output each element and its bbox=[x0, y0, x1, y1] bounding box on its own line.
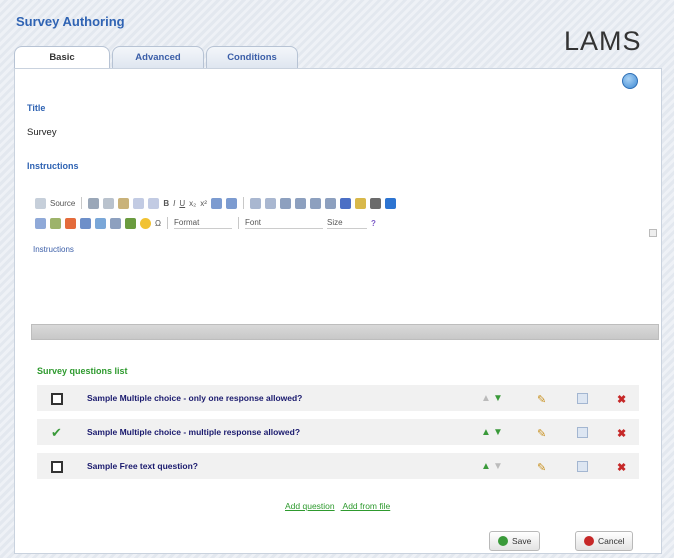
toolbar-divider bbox=[242, 197, 244, 209]
editor-resize-bar[interactable] bbox=[31, 324, 659, 340]
question-text: Sample Multiple choice - multiple respon… bbox=[87, 427, 301, 437]
save-button-label: Save bbox=[512, 536, 532, 546]
editor-toolbar-row-1: Source B I U x₂ x² bbox=[35, 195, 396, 211]
questions-list-title: Survey questions list bbox=[37, 366, 128, 376]
add-from-file-link[interactable]: Add from file bbox=[343, 501, 391, 511]
numbered-list-icon[interactable] bbox=[210, 197, 222, 209]
question-row: ✔ Sample Multiple choice - multiple resp… bbox=[37, 419, 639, 447]
toolbar-divider bbox=[81, 197, 83, 209]
smiley-icon[interactable] bbox=[140, 217, 151, 229]
question-row: Sample Free text question? ▲ ▼ ✎ ✖ bbox=[37, 453, 639, 481]
copy-icon[interactable] bbox=[577, 427, 588, 438]
instructions-label: Instructions bbox=[27, 161, 79, 171]
move-down-icon[interactable]: ▼ bbox=[493, 461, 504, 472]
save-icon bbox=[498, 536, 508, 546]
question-text: Sample Multiple choice - only one respon… bbox=[87, 393, 303, 403]
copy-icon[interactable] bbox=[577, 393, 588, 404]
move-down-icon[interactable]: ▼ bbox=[493, 427, 504, 438]
move-up-icon[interactable]: ▲ bbox=[481, 393, 492, 404]
align-right-icon[interactable] bbox=[309, 197, 321, 209]
rich-text-editor: Source B I U x₂ x² Ω Format Font Size ? … bbox=[27, 189, 657, 337]
delete-icon[interactable]: ✖ bbox=[617, 461, 628, 474]
source-button-label[interactable]: Source bbox=[50, 199, 75, 208]
move-down-icon[interactable]: ▼ bbox=[493, 393, 504, 404]
lams-logo: LAMS bbox=[564, 26, 642, 56]
tab-basic[interactable]: Basic bbox=[14, 46, 110, 69]
tab-advanced[interactable]: Advanced bbox=[112, 46, 204, 68]
align-center-icon[interactable] bbox=[294, 197, 306, 209]
delete-icon[interactable]: ✖ bbox=[617, 427, 628, 440]
toolbar-collapse-icon[interactable] bbox=[649, 229, 657, 237]
size-select[interactable]: Size bbox=[326, 217, 367, 229]
italic-icon[interactable]: I bbox=[173, 199, 175, 208]
anchor-icon[interactable] bbox=[65, 217, 76, 229]
image-icon[interactable] bbox=[384, 197, 396, 209]
justify-icon[interactable] bbox=[324, 197, 336, 209]
omega-icon[interactable]: Ω bbox=[155, 219, 161, 228]
instructions-editor-area[interactable]: Instructions bbox=[33, 245, 645, 325]
format-select[interactable]: Format bbox=[173, 217, 232, 229]
editor-toolbar-row-2: Ω Format Font Size ? bbox=[35, 215, 376, 231]
move-up-icon[interactable]: ▲ bbox=[481, 427, 492, 438]
toolbar-divider bbox=[237, 217, 239, 229]
edit-icon[interactable]: ✎ bbox=[537, 427, 548, 440]
free-text-icon bbox=[51, 461, 63, 473]
cancel-button[interactable]: Cancel bbox=[575, 531, 634, 551]
maximize-icon[interactable] bbox=[88, 197, 100, 209]
text-color-icon[interactable] bbox=[339, 197, 351, 209]
edit-icon[interactable]: ✎ bbox=[537, 393, 548, 406]
copy-icon[interactable] bbox=[103, 197, 115, 209]
unlink-icon[interactable] bbox=[50, 217, 61, 229]
multiple-choice-icon bbox=[51, 393, 63, 405]
bg-color-icon[interactable] bbox=[354, 197, 366, 209]
cancel-button-label: Cancel bbox=[598, 536, 625, 546]
add-question-link[interactable]: Add question bbox=[285, 501, 335, 511]
question-row: Sample Multiple choice - only one respon… bbox=[37, 385, 639, 413]
title-field[interactable]: Survey bbox=[27, 127, 57, 138]
table-icon[interactable] bbox=[80, 217, 91, 229]
outdent-icon[interactable] bbox=[249, 197, 261, 209]
authoring-panel: Title Survey Instructions Source B I U x… bbox=[14, 68, 662, 554]
source-icon[interactable] bbox=[35, 197, 46, 209]
save-button[interactable]: Save bbox=[489, 531, 541, 551]
paste-icon[interactable] bbox=[118, 197, 130, 209]
help-question-icon[interactable]: ? bbox=[371, 219, 376, 228]
app-title: Survey Authoring bbox=[16, 14, 125, 29]
redo-icon[interactable] bbox=[148, 197, 160, 209]
link-icon[interactable] bbox=[35, 217, 46, 229]
toolbar-divider bbox=[166, 217, 168, 229]
delete-icon[interactable]: ✖ bbox=[617, 393, 628, 406]
special-char-icon[interactable] bbox=[110, 217, 121, 229]
superscript-icon[interactable]: x² bbox=[200, 199, 207, 208]
horizontal-rule-icon[interactable] bbox=[95, 217, 106, 229]
title-label: Title bbox=[27, 103, 46, 113]
subscript-icon[interactable]: x₂ bbox=[189, 199, 196, 208]
bold-icon[interactable]: B bbox=[163, 199, 169, 208]
flash-icon[interactable] bbox=[125, 217, 136, 229]
cancel-icon bbox=[584, 536, 594, 546]
undo-icon[interactable] bbox=[133, 197, 145, 209]
align-left-icon[interactable] bbox=[279, 197, 291, 209]
add-question-links: Add question Add from file bbox=[285, 501, 396, 511]
underline-icon[interactable]: U bbox=[179, 199, 185, 208]
indent-icon[interactable] bbox=[264, 197, 276, 209]
question-text: Sample Free text question? bbox=[87, 461, 198, 471]
spellcheck-icon[interactable] bbox=[369, 197, 381, 209]
bulleted-list-icon[interactable] bbox=[225, 197, 237, 209]
copy-icon[interactable] bbox=[577, 461, 588, 472]
multiple-answers-icon: ✔ bbox=[51, 425, 62, 440]
font-select[interactable]: Font bbox=[244, 217, 323, 229]
help-icon[interactable] bbox=[622, 73, 638, 89]
move-up-icon[interactable]: ▲ bbox=[481, 461, 492, 472]
tab-conditions[interactable]: Conditions bbox=[206, 46, 298, 68]
edit-icon[interactable]: ✎ bbox=[537, 461, 548, 474]
